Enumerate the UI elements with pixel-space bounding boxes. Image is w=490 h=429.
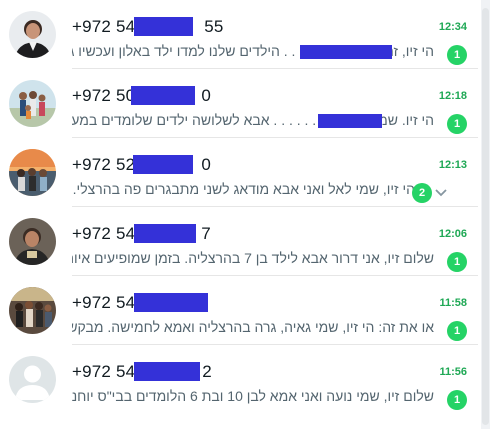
message-preview: שלום זיו, אני דרור אבא לילד בן 7 בהרצליה… [72, 250, 434, 266]
redaction-block [134, 362, 200, 381]
default-avatar-icon[interactable] [9, 356, 56, 403]
unread-count-badge: 2 [412, 183, 432, 203]
unread-count-badge: 1 [447, 45, 467, 65]
unread-count-badge: 1 [447, 114, 467, 134]
chat-row[interactable]: +972 54- 11:58 או את זה: הי זיו, שמי גאי… [0, 276, 478, 345]
message-preview: שלום זיו, שמי נועה ואני אמא לבן 10 ובת 6… [72, 388, 434, 404]
redaction-block [134, 17, 193, 36]
chat-row[interactable]: +972 54- 7 12:06 שלום זיו, אני דרור אבא ל… [0, 207, 478, 276]
redaction-block [318, 114, 382, 128]
redaction-block [300, 45, 392, 59]
chat-row[interactable]: +972 500 12:18 הי זיו. שמי . . . . . . .… [0, 69, 478, 138]
redaction-block [133, 155, 193, 174]
profile-photo-icon[interactable] [9, 287, 56, 334]
message-preview: הי זיו, שמי לאל ואני אבא מודאג לשני מתבג… [72, 181, 415, 197]
redaction-block [134, 224, 196, 243]
chat-list: +972 54- 55 12:34 הי זיו, זה . . . . . . … [0, 0, 478, 414]
scrollbar[interactable] [481, 0, 490, 429]
profile-photo-icon[interactable] [9, 218, 56, 265]
redaction-block [134, 293, 208, 312]
contact-phone: +972 54- [72, 293, 142, 312]
redaction-block [131, 86, 195, 105]
profile-photo-icon[interactable] [9, 149, 56, 196]
profile-photo-icon[interactable] [9, 11, 56, 58]
chat-row[interactable]: +972 54- 55 12:34 הי זיו, זה . . . . . . … [0, 0, 478, 69]
message-time: 12:13 [438, 159, 467, 171]
unread-count-badge: 1 [447, 321, 467, 341]
message-time: 12:18 [438, 90, 467, 102]
message-time: 11:58 [439, 297, 467, 309]
chat-row[interactable]: +972 52 0 12:13 הי זיו, שמי לאל ואני אבא … [0, 138, 478, 207]
message-time: 12:06 [438, 228, 467, 240]
chat-row[interactable]: +972 54- 2 11:56 שלום זיו, שמי נועה ואני … [0, 345, 478, 414]
chevron-down-icon[interactable] [434, 186, 448, 200]
scrollbar-thumb[interactable] [482, 8, 489, 425]
message-time: 11:56 [439, 366, 467, 378]
message-preview: או את זה: הי זיו, שמי גאיה, גרה בהרצליה … [72, 319, 434, 335]
profile-photo-icon[interactable] [9, 80, 56, 127]
unread-count-badge: 1 [447, 390, 467, 410]
unread-count-badge: 1 [447, 252, 467, 272]
message-time: 12:34 [438, 21, 467, 33]
